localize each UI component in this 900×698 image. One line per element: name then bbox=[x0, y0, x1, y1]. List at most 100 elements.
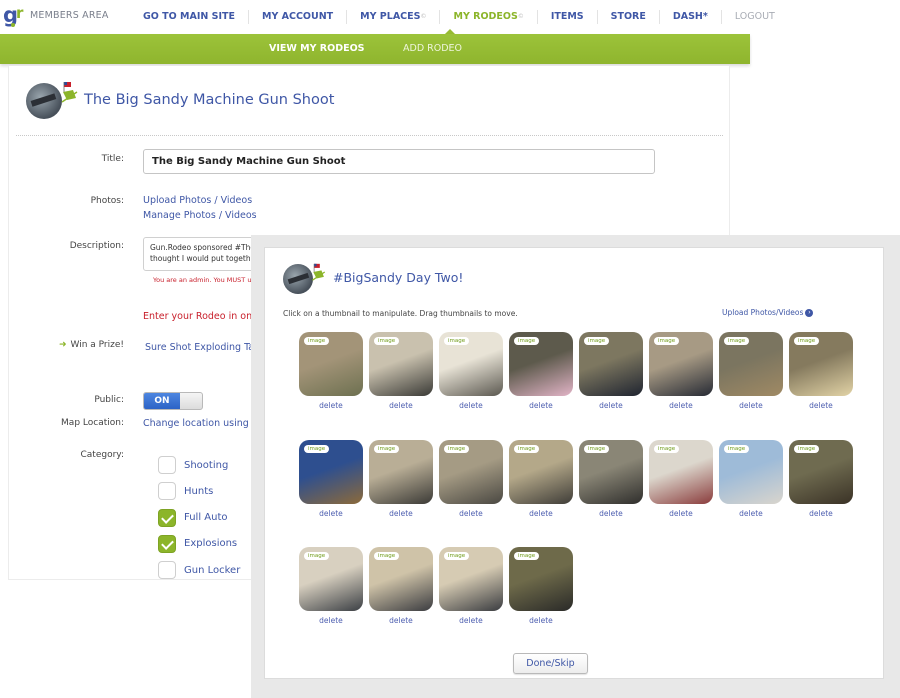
nav-store[interactable]: STORE bbox=[598, 10, 660, 24]
thumbnail-image-gun-crew[interactable]: image bbox=[509, 547, 573, 611]
delete-link[interactable]: delete bbox=[369, 401, 433, 410]
delete-link[interactable]: delete bbox=[299, 401, 363, 410]
nav-logout[interactable]: LOGOUT bbox=[722, 10, 788, 24]
photo-thumbnail[interactable]: image delete bbox=[369, 439, 433, 518]
photo-thumbnail[interactable]: image delete bbox=[719, 439, 783, 518]
thumbnail-image-machine-gun-desert[interactable]: image bbox=[369, 332, 433, 396]
nav-my-places[interactable]: MY PLACES© bbox=[347, 10, 441, 24]
photo-thumbnail[interactable]: image delete bbox=[439, 547, 503, 625]
delete-link[interactable]: delete bbox=[509, 401, 573, 410]
thumbnail-image-tripod-gun-1[interactable]: image bbox=[369, 439, 433, 504]
category-gun-locker[interactable]: Gun Locker bbox=[158, 561, 240, 580]
thumbnail-image-gun-on-sandbag[interactable]: image bbox=[579, 439, 643, 504]
view-my-rodeos-tab[interactable]: VIEW MY RODEOS bbox=[269, 43, 365, 54]
thumbnail-image-mounted-gun-smoke[interactable]: image bbox=[439, 332, 503, 396]
thumbnail-image-gun-table[interactable]: image bbox=[789, 439, 853, 504]
photo-thumbnail[interactable]: image delete bbox=[509, 332, 573, 410]
photo-thumbnail[interactable]: image delete bbox=[789, 332, 853, 410]
delete-link[interactable]: delete bbox=[509, 616, 573, 625]
add-rodeo-tab[interactable]: ADD RODEO bbox=[403, 43, 462, 54]
thumbnail-image-men-rifle-2[interactable]: image bbox=[439, 547, 503, 611]
delete-link[interactable]: delete bbox=[789, 401, 853, 410]
photo-thumbnail[interactable]: image delete bbox=[649, 332, 713, 410]
nav-label: DASH* bbox=[672, 11, 708, 22]
photo-thumbnail[interactable]: image delete bbox=[579, 332, 643, 410]
delete-link[interactable]: delete bbox=[299, 509, 363, 518]
photo-thumbnail[interactable]: image delete bbox=[299, 332, 363, 410]
manage-photos-link[interactable]: Manage Photos / Videos bbox=[143, 210, 257, 221]
public-label: Public: bbox=[94, 395, 124, 405]
category-checkbox[interactable] bbox=[158, 534, 176, 553]
nav-label: MY RODEOS bbox=[453, 11, 518, 22]
nav-my-account[interactable]: MY ACCOUNT bbox=[249, 10, 348, 24]
photo-thumbnail[interactable]: image delete bbox=[509, 439, 573, 518]
thumbnail-image-man-aiming-rifle-2[interactable]: image bbox=[649, 332, 713, 396]
thumbnail-image-tripod-gun-3[interactable]: image bbox=[509, 439, 573, 504]
prize-link[interactable]: Sure Shot Exploding Tar bbox=[145, 342, 258, 353]
thumbnail-image-men-rifle-1[interactable]: image bbox=[369, 547, 433, 611]
photo-thumbnail[interactable]: image delete bbox=[439, 332, 503, 410]
top-navigation: g r MEMBERS AREA GO TO MAIN SITE MY ACCOU… bbox=[0, 0, 775, 34]
category-checkbox[interactable] bbox=[158, 482, 176, 501]
delete-link[interactable]: delete bbox=[509, 509, 573, 518]
arrow-right-icon: ➜ bbox=[58, 340, 67, 350]
photo-thumbnail[interactable]: image delete bbox=[719, 332, 783, 410]
delete-link[interactable]: delete bbox=[649, 401, 713, 410]
photo-thumbnail[interactable]: image delete bbox=[369, 332, 433, 410]
delete-link[interactable]: delete bbox=[719, 509, 783, 518]
category-checkbox[interactable] bbox=[158, 508, 176, 527]
photo-thumbnail[interactable]: image delete bbox=[649, 439, 713, 518]
nav-dash[interactable]: DASH* bbox=[660, 10, 722, 24]
thumbnail-image-man-crouching-gun[interactable]: image bbox=[649, 439, 713, 504]
delete-link[interactable]: delete bbox=[439, 401, 503, 410]
category-hunts[interactable]: Hunts bbox=[158, 482, 213, 501]
delete-link[interactable]: delete bbox=[439, 616, 503, 625]
thumbnail-image-target-sign-in-brush[interactable]: image bbox=[299, 332, 363, 396]
delete-link[interactable]: delete bbox=[789, 509, 853, 518]
nav-label: LOGOUT bbox=[734, 11, 775, 22]
delete-link[interactable]: delete bbox=[299, 616, 363, 625]
change-location-link[interactable]: Change location using a bbox=[143, 418, 258, 429]
thumbnail-image-tripod-gun-2[interactable]: image bbox=[439, 439, 503, 504]
photo-thumbnail[interactable]: image delete bbox=[369, 547, 433, 625]
photo-thumbnail[interactable]: image delete bbox=[579, 439, 643, 518]
public-toggle[interactable]: ON bbox=[143, 392, 203, 410]
photo-thumbnail[interactable]: image delete bbox=[439, 439, 503, 518]
thumbnail-image-large-explosion[interactable]: image bbox=[789, 332, 853, 396]
photo-thumbnail[interactable]: image delete bbox=[509, 547, 573, 625]
photo-thumbnail[interactable]: image delete bbox=[299, 439, 363, 518]
photo-thumbnail[interactable]: image delete bbox=[789, 439, 853, 518]
thumbnail-image-man-aiming-rifle[interactable]: image bbox=[579, 332, 643, 396]
thumbnail-image-target-dummy[interactable]: image bbox=[299, 439, 363, 504]
category-checkbox[interactable] bbox=[158, 561, 176, 580]
thumbnail-image-smoke-cloud-gun[interactable]: image bbox=[719, 439, 783, 504]
delete-link[interactable]: delete bbox=[369, 509, 433, 518]
photo-thumbnail[interactable]: image delete bbox=[299, 547, 363, 625]
nav-go-to-main-site[interactable]: GO TO MAIN SITE bbox=[130, 10, 249, 24]
modal-upload-link[interactable]: Upload Photos/Videos › bbox=[722, 308, 814, 317]
category-full-auto[interactable]: Full Auto bbox=[158, 508, 228, 527]
delete-link[interactable]: delete bbox=[579, 509, 643, 518]
category-explosions[interactable]: Explosions bbox=[158, 534, 237, 553]
category-label-text: Shooting bbox=[184, 459, 229, 471]
nav-my-rodeos[interactable]: MY RODEOS© bbox=[440, 10, 538, 24]
delete-link[interactable]: delete bbox=[439, 509, 503, 518]
photos-label: Photos: bbox=[90, 196, 124, 206]
thumbnail-image-small-explosion[interactable]: image bbox=[719, 332, 783, 396]
done-skip-button[interactable]: Done/Skip bbox=[513, 653, 588, 674]
delete-link[interactable]: delete bbox=[369, 616, 433, 625]
svg-text:r: r bbox=[16, 4, 24, 22]
delete-link[interactable]: delete bbox=[649, 509, 713, 518]
category-shooting[interactable]: Shooting bbox=[158, 456, 228, 474]
delete-link[interactable]: delete bbox=[579, 401, 643, 410]
photo-manager-modal: #BigSandy Day Two! Click on a thumbnail … bbox=[264, 247, 884, 679]
title-input[interactable]: The Big Sandy Machine Gun Shoot bbox=[143, 149, 655, 174]
gr-logo-icon[interactable]: g r bbox=[3, 3, 29, 29]
thumbnail-image-woman-with-rifle[interactable]: image bbox=[509, 332, 573, 396]
thumbnail-image-bearded-man-rifle[interactable]: image bbox=[299, 547, 363, 611]
category-checkbox[interactable] bbox=[158, 456, 176, 474]
nav-items[interactable]: ITEMS bbox=[538, 10, 598, 24]
delete-link[interactable]: delete bbox=[719, 401, 783, 410]
map-location-label: Map Location: bbox=[61, 418, 124, 428]
upload-photos-link[interactable]: Upload Photos / Videos bbox=[143, 195, 252, 206]
